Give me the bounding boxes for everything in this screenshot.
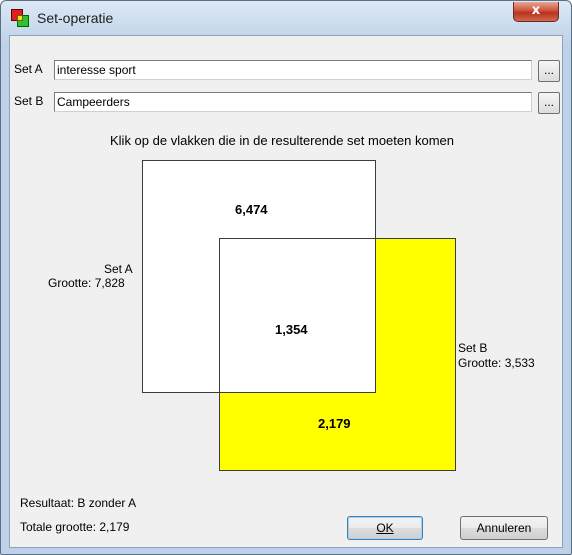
- close-button[interactable]: x: [513, 2, 559, 22]
- set-b-caption-size: Grootte: 3,533: [458, 356, 535, 370]
- set-b-label: Set B: [14, 94, 44, 108]
- set-a-caption-name: Set A: [104, 262, 133, 276]
- instruction-text: Klik op de vlakken die in de resulterend…: [110, 133, 454, 148]
- ok-button-label: OK: [376, 521, 394, 535]
- title-bar: Set-operatie x: [1, 1, 571, 35]
- set-a-field[interactable]: interesse sport: [54, 60, 532, 80]
- ok-button[interactable]: OK: [347, 516, 423, 540]
- set-b-caption-name: Set B: [458, 341, 488, 355]
- set-operation-icon: [11, 9, 29, 27]
- result-text: Resultaat: B zonder A: [20, 496, 137, 510]
- dialog-body: Set A interesse sport ... Set B Campeerd…: [9, 35, 563, 548]
- window-title: Set-operatie: [37, 10, 114, 26]
- close-icon: x: [531, 3, 541, 18]
- set-a-caption-size: Grootte: 7,828: [48, 276, 125, 290]
- set-b-browse-button[interactable]: ...: [538, 92, 560, 114]
- a-only-count: 6,474: [235, 202, 268, 217]
- b-only-count: 2,179: [318, 416, 351, 431]
- total-size-text: Totale grootte: 2,179: [20, 520, 130, 534]
- set-operation-dialog: Set-operatie x Set A interesse sport ...…: [0, 0, 572, 555]
- set-a-browse-button[interactable]: ...: [538, 60, 560, 82]
- a-and-b-count: 1,354: [275, 322, 308, 337]
- region-a-and-b[interactable]: [219, 238, 376, 393]
- cancel-button[interactable]: Annuleren: [460, 516, 548, 540]
- set-b-field[interactable]: Campeerders: [54, 92, 532, 112]
- set-a-label: Set A: [14, 62, 43, 76]
